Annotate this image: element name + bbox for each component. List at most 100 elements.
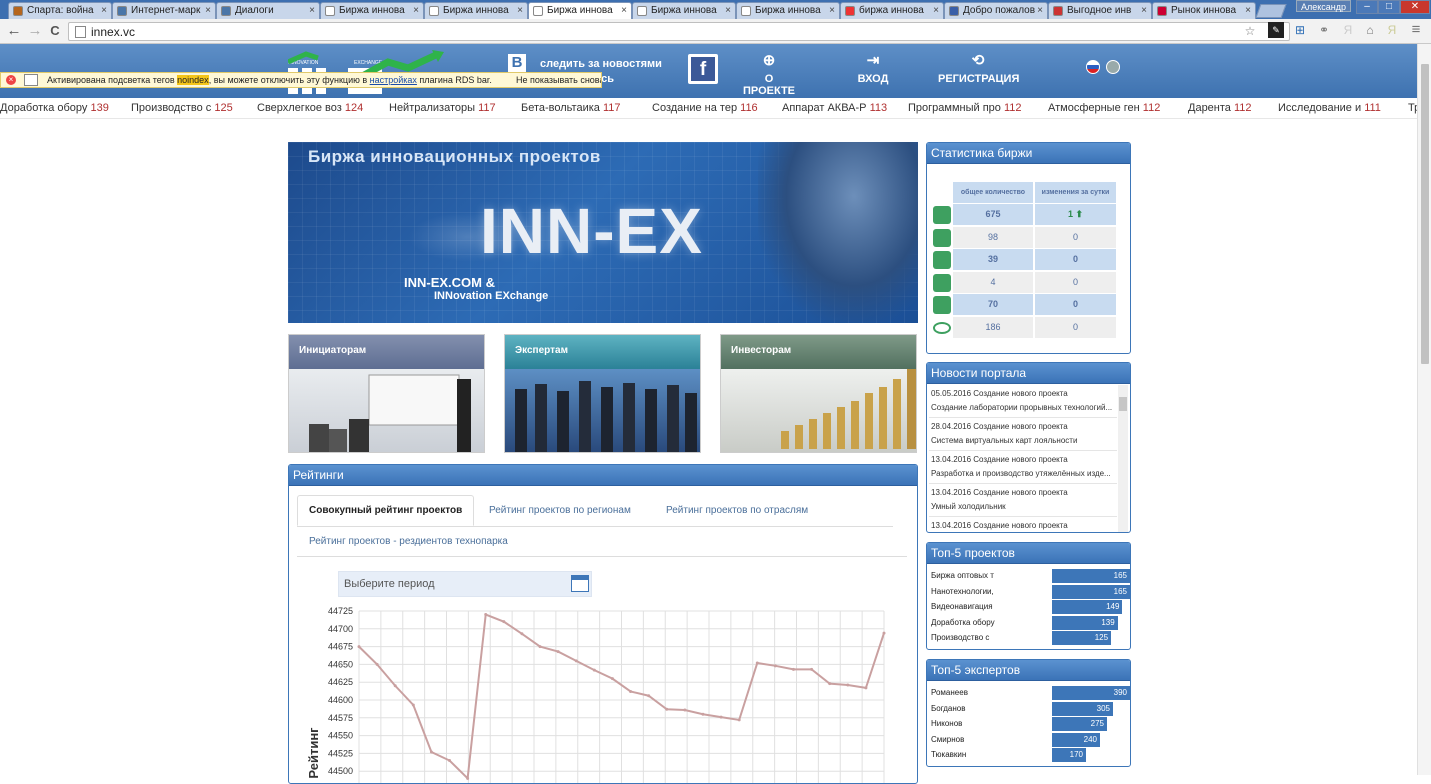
browser-tab[interactable]: биржа иннова × bbox=[840, 2, 944, 19]
top-list-bar: 165 bbox=[1052, 584, 1130, 599]
top-list-name: Видеонавигация bbox=[931, 602, 993, 612]
news-scrollbar[interactable] bbox=[1118, 385, 1128, 532]
browser-tab[interactable]: Добро пожалов × bbox=[944, 2, 1048, 19]
ticker-item[interactable]: Дарента 112 bbox=[1188, 98, 1252, 118]
tab-close-icon[interactable]: × bbox=[621, 3, 627, 18]
back-icon[interactable]: ← bbox=[5, 22, 23, 40]
page-scrollbar[interactable] bbox=[1417, 44, 1431, 775]
top-list-row[interactable]: Романеев 390 bbox=[931, 686, 1130, 700]
tab-close-icon[interactable]: × bbox=[725, 3, 731, 18]
news-link[interactable]: Создание лаборатории прорывных технологи… bbox=[931, 401, 1121, 414]
browser-tab[interactable]: Биржа иннова × bbox=[424, 2, 528, 19]
rds-extension-icon[interactable]: ✎ bbox=[1268, 22, 1284, 38]
period-select-input[interactable]: Выберите период bbox=[338, 571, 592, 597]
ticker-item[interactable]: Нейтрализаторы 117 bbox=[389, 98, 496, 118]
tab-close-icon[interactable]: × bbox=[829, 3, 835, 18]
tab-close-icon[interactable]: × bbox=[1141, 3, 1147, 18]
top-list-row[interactable]: Видеонавигация 149 bbox=[931, 600, 1127, 615]
ticker-item[interactable]: Исследование и 111 bbox=[1278, 98, 1381, 118]
chart-point bbox=[719, 715, 723, 719]
forward-icon[interactable]: → bbox=[26, 22, 44, 40]
chart-point bbox=[538, 645, 542, 649]
menu-about[interactable]: ⊕ О ПРОЕКТЕ bbox=[738, 52, 800, 97]
top-list-row[interactable]: Смирнов 240 bbox=[931, 732, 1127, 747]
menu-about-label: О ПРОЕКТЕ bbox=[742, 73, 796, 97]
rds-dismiss-link[interactable]: Не показывать снова bbox=[516, 73, 601, 87]
ticker-item-value: 117 bbox=[602, 102, 621, 114]
browser-tab[interactable]: Спарта: война × bbox=[8, 2, 112, 19]
browser-tab[interactable]: Интернет-марк × bbox=[112, 2, 216, 19]
facebook-button[interactable]: f bbox=[688, 54, 718, 84]
yandex-browser-icon[interactable]: Я bbox=[1384, 22, 1400, 38]
card-initiators[interactable]: Инициаторам bbox=[288, 334, 485, 453]
minimize-button[interactable]: – bbox=[1356, 0, 1378, 14]
tab-close-icon[interactable]: × bbox=[517, 3, 523, 18]
tab-close-icon[interactable]: × bbox=[309, 3, 315, 18]
tab-close-icon[interactable]: × bbox=[1245, 3, 1251, 18]
browser-tab[interactable]: Выгодное инв × bbox=[1048, 2, 1152, 19]
home-icon[interactable]: ⌂ bbox=[1362, 22, 1378, 38]
top-list-row[interactable]: Богданов 305 bbox=[931, 701, 1127, 716]
ticker-item-name: Бета-вольтаика bbox=[521, 102, 600, 114]
reload-icon[interactable]: C bbox=[46, 22, 64, 40]
browser-menu-icon[interactable]: ≡ bbox=[1408, 22, 1424, 38]
ticker-item[interactable]: Производство с 125 bbox=[131, 98, 233, 118]
follow-line-1: следить за новостями bbox=[540, 58, 662, 70]
tab-total-rating[interactable]: Совокупный рейтинг проектов bbox=[297, 495, 475, 526]
tab-close-icon[interactable]: × bbox=[101, 3, 107, 18]
calendar-icon[interactable] bbox=[571, 575, 589, 592]
browser-tab[interactable]: Биржа иннова × bbox=[632, 2, 736, 19]
tab-close-icon[interactable]: × bbox=[413, 3, 419, 18]
login-icon: ⇥ bbox=[866, 52, 880, 69]
close-notification-icon[interactable]: × bbox=[6, 75, 16, 85]
tab-technopark-rating[interactable]: Рейтинг проектов - рездиентов технопарка bbox=[309, 536, 508, 547]
top-list-row[interactable]: Тюкавкин 170 bbox=[931, 748, 1127, 763]
ticker-item[interactable]: Сверхлегкое воз 124 bbox=[257, 98, 363, 118]
close-window-button[interactable]: ✕ bbox=[1400, 0, 1430, 14]
card-experts[interactable]: Экспертам bbox=[504, 334, 701, 453]
user-profile-badge[interactable]: Александр bbox=[1296, 0, 1352, 12]
russian-flag-icon[interactable] bbox=[1086, 60, 1100, 74]
ticker-item[interactable]: Бета-вольтаика 117 bbox=[521, 98, 621, 118]
top-list-name: Смирнов bbox=[931, 734, 965, 744]
news-link[interactable]: Разработка и производство утяжелённых из… bbox=[931, 467, 1121, 480]
site-header: INNOVATION EXCHANGE B следить за новостя… bbox=[0, 44, 1431, 98]
news-link[interactable]: Умный холодильник bbox=[931, 500, 1121, 513]
cart-extension-icon[interactable]: ⊞ bbox=[1292, 22, 1308, 38]
ticker-item[interactable]: Доработка обору 139 bbox=[0, 98, 109, 118]
tab-region-rating[interactable]: Рейтинг проектов по регионам bbox=[489, 505, 631, 516]
ticker-item[interactable]: Атмосферные ген 112 bbox=[1048, 98, 1160, 118]
page-scrollbar-thumb[interactable] bbox=[1421, 64, 1429, 364]
menu-register[interactable]: ⟲ РЕГИСТРАЦИЯ bbox=[938, 52, 1019, 85]
new-tab-button[interactable] bbox=[1255, 4, 1287, 18]
share-extension-icon[interactable]: ⚭ bbox=[1316, 22, 1332, 38]
browser-tab[interactable]: Рынок иннова × bbox=[1152, 2, 1256, 19]
url-input[interactable]: innex.vc ☆ bbox=[68, 22, 1290, 41]
browser-tab[interactable]: Биржа иннова × bbox=[736, 2, 840, 19]
vk-icon[interactable]: B bbox=[508, 54, 526, 72]
ticker-item[interactable]: Аппарат АКВА-Р 113 bbox=[782, 98, 887, 118]
top-list-row[interactable]: Производство с 125 bbox=[931, 631, 1127, 646]
card-investors[interactable]: Инвесторам bbox=[720, 334, 917, 453]
rds-settings-link[interactable]: настройках bbox=[370, 75, 417, 85]
top-list-row[interactable]: Нанотехнологии, 165 bbox=[931, 584, 1130, 599]
news-link[interactable]: Система виртуальных карт лояльности bbox=[931, 434, 1121, 447]
top-list-row[interactable]: Биржа оптовых т 165 bbox=[931, 569, 1130, 583]
browser-tab[interactable]: Биржа иннова × bbox=[320, 2, 424, 19]
browser-tab[interactable]: Диалоги × bbox=[216, 2, 320, 19]
news-scrollbar-thumb[interactable] bbox=[1119, 397, 1127, 411]
tab-close-icon[interactable]: × bbox=[205, 3, 211, 18]
menu-login[interactable]: ⇥ ВХОД bbox=[848, 52, 898, 85]
top-list-row[interactable]: Никонов 275 bbox=[931, 717, 1127, 732]
tab-industry-rating[interactable]: Рейтинг проектов по отраслям bbox=[666, 505, 808, 516]
browser-tab[interactable]: Биржа иннова × bbox=[528, 2, 632, 19]
ticker-item[interactable]: Программный про 112 bbox=[908, 98, 1022, 118]
yandex-extension-icon[interactable]: Я bbox=[1340, 22, 1356, 38]
maximize-button[interactable]: □ bbox=[1378, 0, 1400, 14]
ticker-item[interactable]: Создание на тер 116 bbox=[652, 98, 758, 118]
tab-close-icon[interactable]: × bbox=[1037, 3, 1043, 18]
tab-close-icon[interactable]: × bbox=[933, 3, 939, 18]
english-flag-icon[interactable] bbox=[1106, 60, 1120, 74]
top-list-row[interactable]: Доработка обору 139 bbox=[931, 615, 1127, 630]
bookmark-star-icon[interactable]: ☆ bbox=[1242, 23, 1258, 39]
